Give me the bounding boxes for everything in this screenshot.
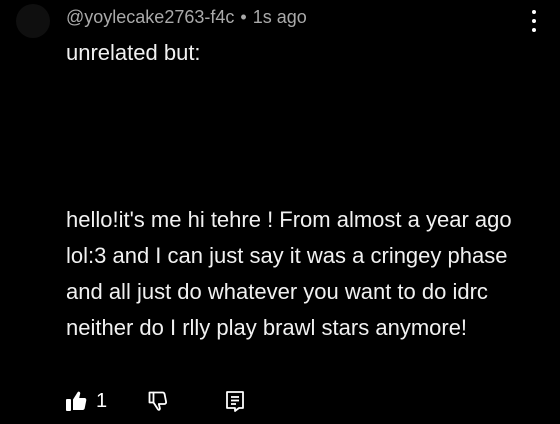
menu-dot	[532, 10, 536, 14]
menu-dot	[532, 19, 536, 23]
avatar[interactable]	[16, 4, 50, 38]
comment-actions: 1	[64, 388, 247, 414]
like-count: 1	[96, 390, 108, 412]
menu-dot	[532, 28, 536, 32]
thumbs-up-filled-icon	[66, 391, 87, 411]
comment-first-line: unrelated but:	[66, 40, 201, 65]
author-handle[interactable]: @yoylecake2763-f4c	[66, 7, 234, 27]
like-button[interactable]: 1	[64, 389, 107, 413]
comment-body: hello!it's me hi tehre ! From almost a y…	[66, 207, 512, 340]
comment-reply-icon[interactable]	[223, 389, 247, 413]
more-vertical-icon[interactable]	[526, 8, 542, 34]
comment-timestamp[interactable]: 1s ago	[253, 7, 307, 27]
comment-card: @yoylecake2763-f4c • 1s ago unrelated but:…	[0, 0, 560, 424]
thumbs-down-outline-icon[interactable]	[147, 389, 171, 413]
comment-header: @yoylecake2763-f4c • 1s ago	[66, 6, 307, 28]
meta-separator: •	[240, 7, 247, 27]
